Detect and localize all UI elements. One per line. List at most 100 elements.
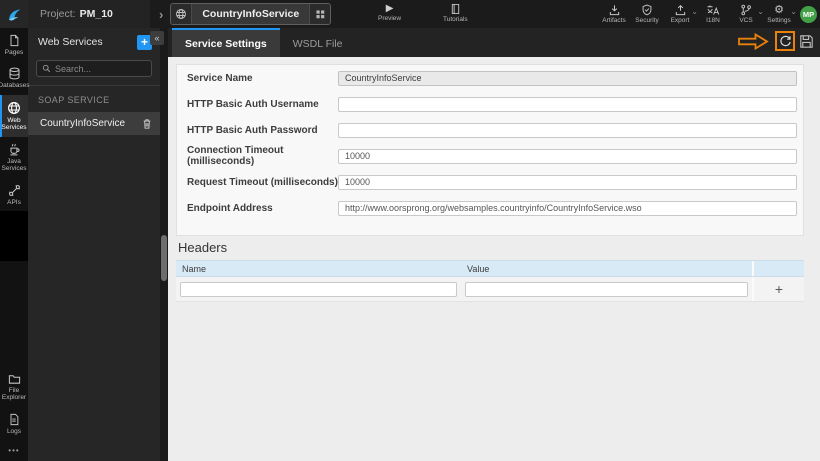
sidebar-item-label: Databases (0, 82, 30, 90)
headers-table-header: Name Value (176, 260, 804, 277)
sidebar-item-label: Logs (6, 427, 22, 435)
settings-label: Settings (767, 17, 791, 24)
reload-service-button[interactable] (775, 31, 795, 51)
sidebar-item-apis[interactable]: APIs (0, 178, 28, 211)
header-value-input[interactable] (465, 281, 748, 297)
service-tab-label: CountryInfoService (202, 8, 300, 20)
security-button[interactable]: Security (635, 4, 659, 24)
gear-icon: ⚙ (774, 4, 784, 16)
sidebar-item-databases[interactable]: Databases (0, 61, 30, 94)
sidebar-item-label: Pages (4, 49, 24, 56)
header-name-input[interactable] (180, 281, 457, 297)
form-row: HTTP Basic Auth Password (177, 117, 803, 143)
page-icon (8, 34, 20, 47)
settings-form-card: Service Name HTTP Basic Auth Username HT… (176, 64, 804, 236)
sidebar-item-java-services[interactable]: Java Services (0, 137, 28, 178)
i18n-button[interactable]: I18N (701, 4, 725, 24)
branch-icon (740, 4, 752, 16)
sidebar-item-label: File Explorer (1, 386, 27, 402)
add-header-button[interactable]: + (754, 277, 804, 302)
web-services-panel: Web Services + SOAP SERVICE CountryInfoS… (28, 28, 160, 461)
sidebar-item-file-explorer[interactable]: File Explorer (0, 367, 28, 407)
sidebar-item-logs[interactable]: Logs (0, 407, 28, 440)
connection-timeout-input[interactable] (338, 148, 797, 164)
form-row: Endpoint Address (177, 195, 803, 221)
project-indicator: Project: PM_10 (28, 0, 150, 28)
scrollbar-thumb[interactable] (161, 235, 167, 281)
download-icon (608, 4, 621, 16)
service-settings-content: Service Name HTTP Basic Auth Username HT… (168, 57, 820, 461)
sidebar-item-web-services[interactable]: Web Services (0, 94, 28, 137)
upload-icon (674, 4, 687, 16)
coffee-icon (8, 143, 21, 156)
tab-service-settings[interactable]: Service Settings (172, 28, 280, 57)
sidebar-item-label: Java Services (1, 157, 27, 173)
sidebar-item-pages[interactable]: Pages (0, 28, 28, 61)
headers-section-title: Headers (178, 240, 228, 255)
tab-wsdl-file[interactable]: WSDL File (280, 28, 356, 57)
preview-button[interactable]: ▶ Preview (378, 3, 401, 22)
grid-switcher-icon[interactable] (309, 4, 331, 24)
service-item-label: CountryInfoService (40, 118, 126, 129)
form-row: Request Timeout (milliseconds) (177, 169, 803, 195)
request-timeout-input[interactable] (338, 174, 797, 190)
book-icon (450, 3, 461, 15)
service-list-item[interactable]: CountryInfoService (28, 112, 160, 135)
section-label: SOAP SERVICE (28, 85, 160, 112)
form-row: HTTP Basic Auth Username (177, 91, 803, 117)
export-button[interactable]: Export ⌄ (668, 4, 698, 24)
delete-service-button[interactable] (142, 118, 152, 130)
globe-icon (171, 4, 193, 24)
tutorials-button[interactable]: Tutorials (443, 3, 468, 23)
endpoint-address-input[interactable] (338, 200, 797, 216)
field-label: HTTP Basic Auth Username (187, 98, 319, 110)
nodes-icon (8, 184, 21, 197)
app-logo[interactable] (0, 0, 28, 28)
breadcrumb-chevron-icon: › (159, 6, 164, 22)
play-icon: ▶ (385, 3, 394, 14)
translate-icon (706, 4, 720, 16)
chevron-down-icon: ⌄ (790, 7, 797, 16)
header-value-cell (461, 277, 752, 301)
http-basic-auth-password-input[interactable] (338, 122, 797, 138)
header-name-cell (176, 277, 461, 301)
save-icon (800, 34, 813, 48)
search-icon (42, 64, 51, 73)
chevron-down-icon: ⌄ (757, 7, 764, 16)
left-sidebar: Pages Databases Web Services Java Servic… (0, 28, 30, 461)
search-box (36, 60, 152, 77)
field-label: Endpoint Address (187, 202, 273, 214)
vcs-button[interactable]: VCS ⌄ (734, 4, 764, 24)
column-header-actions (752, 261, 804, 276)
annotation-arrow (738, 32, 769, 50)
sidebar-spacer (0, 211, 28, 262)
collapse-panel-button[interactable]: « (150, 31, 164, 45)
editor-tabbar: Service Settings WSDL File (168, 28, 820, 57)
settings-button[interactable]: ⚙ Settings ⌄ (767, 4, 797, 24)
sidebar-item-label: APIs (7, 198, 21, 206)
top-bar: Project: PM_10 › CountryInfoService ▶ Pr… (0, 0, 820, 28)
vcs-label: VCS (739, 17, 753, 24)
user-avatar[interactable]: MP (800, 5, 817, 23)
editor-toolbar (738, 31, 814, 51)
field-label: HTTP Basic Auth Password (187, 124, 318, 136)
more-options-button[interactable]: ••• (0, 440, 28, 461)
artifacts-label: Artifacts (602, 17, 626, 24)
security-label: Security (635, 17, 659, 24)
column-header-name: Name (182, 263, 207, 274)
reload-icon (779, 35, 791, 46)
sidebar-item-label: Web Services (1, 116, 27, 132)
preview-label: Preview (378, 15, 402, 22)
wavemaker-logo-icon (8, 8, 20, 21)
i18n-label: I18N (706, 17, 720, 24)
log-icon (8, 413, 20, 426)
http-basic-auth-username-input[interactable] (338, 96, 797, 112)
panel-title: Web Services (38, 36, 103, 48)
field-label: Service Name (187, 72, 253, 84)
save-service-button[interactable] (799, 34, 814, 49)
artifacts-button[interactable]: Artifacts (602, 4, 626, 24)
search-input[interactable] (55, 63, 146, 74)
globe-icon (7, 101, 21, 115)
service-breadcrumb-tab[interactable]: CountryInfoService (170, 3, 332, 25)
project-label: Project: (40, 8, 76, 20)
